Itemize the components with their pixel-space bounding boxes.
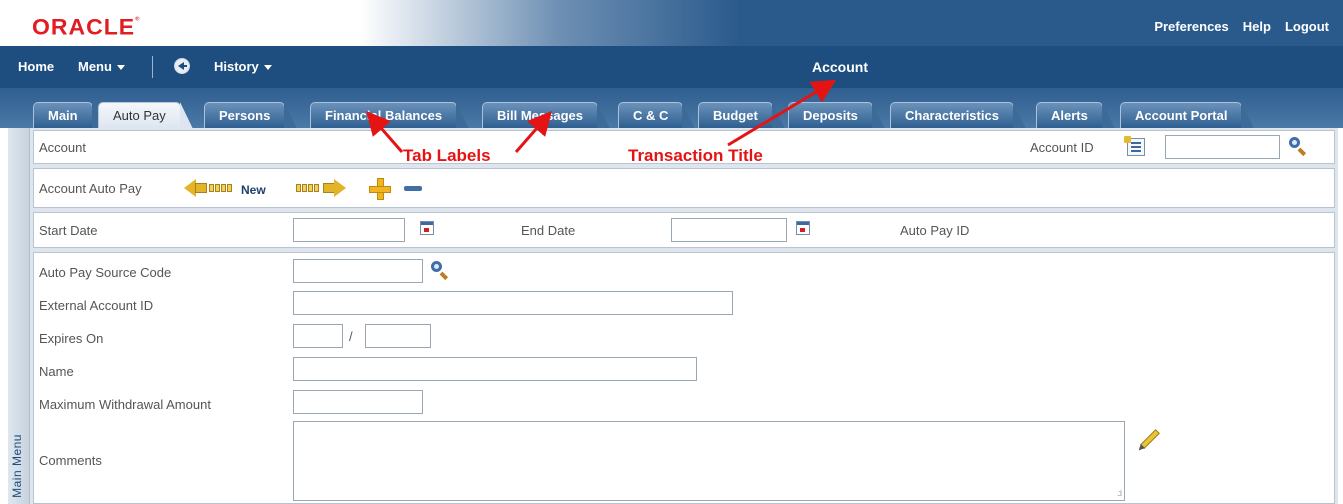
top-header: ORACLE® Preferences Help Logout [0,0,1343,46]
main-menu-toggle[interactable]: Main Menu [8,128,30,504]
chevron-down-icon [116,65,125,71]
tab-deposits[interactable]: Deposits [788,102,885,129]
external-account-label: External Account ID [39,298,154,313]
tab-account-portal[interactable]: Account Portal [1120,102,1255,129]
add-icon[interactable] [369,178,391,200]
home-link[interactable]: Home [18,59,54,74]
external-account-input[interactable] [293,291,733,315]
account-id-label: Account ID [1030,140,1094,155]
auto-pay-form: Auto Pay Source Code External Account ID… [33,252,1335,504]
auto-pay-scroll-bar: Account Auto Pay New [33,168,1335,208]
account-info-icon[interactable] [1124,136,1145,156]
nav-bar: Home Menu History Account [0,46,1343,88]
tab-c-and-c[interactable]: C & C [618,102,696,129]
menu-dropdown[interactable]: Menu [78,59,125,74]
account-label: Account [39,140,86,155]
search-icon[interactable] [1288,136,1308,157]
expires-year-input[interactable] [365,324,431,348]
tab-alerts[interactable]: Alerts [1036,102,1115,129]
tab-main[interactable]: Main [33,102,105,129]
resize-grip-icon[interactable]: .:i [1117,488,1122,498]
tab-financial-balances[interactable]: Financial Balances [310,102,470,129]
chevron-down-icon [263,65,272,71]
preferences-link[interactable]: Preferences [1154,19,1228,34]
content-panel: Account Account ID Account Auto Pay New … [30,128,1338,504]
name-input[interactable] [293,357,697,381]
expires-separator: / [349,329,353,344]
account-id-input[interactable] [1165,135,1280,159]
start-date-input[interactable] [293,218,405,242]
main-menu-label: Main Menu [10,434,24,498]
tab-persons[interactable]: Persons [204,102,298,129]
previous-arrow-icon[interactable] [184,179,234,197]
tab-characteristics[interactable]: Characteristics [890,102,1026,129]
calendar-icon[interactable] [420,221,434,235]
pencil-icon[interactable] [1140,429,1160,449]
calendar-icon[interactable] [796,221,810,235]
start-date-label: Start Date [39,223,98,238]
tab-bill-messages[interactable]: Bill Messages [482,102,610,129]
tab-strip: Main Auto Pay Persons Financial Balances… [0,88,1343,129]
end-date-label: End Date [521,223,576,238]
back-arrow-icon[interactable] [174,58,190,74]
expires-on-label: Expires On [39,331,104,346]
menu-label: Menu [78,59,112,74]
nav-divider [152,56,153,78]
search-icon[interactable] [430,260,450,281]
next-arrow-icon[interactable] [296,179,346,197]
comments-textarea[interactable]: .:i [293,421,1125,501]
tab-auto-pay[interactable]: Auto Pay [98,102,193,129]
comments-label: Comments [39,453,102,468]
new-label: New [241,183,266,197]
logout-link[interactable]: Logout [1285,19,1329,34]
history-label: History [214,59,259,74]
oracle-logo: ORACLE® [32,14,141,40]
dates-bar: Start Date End Date Auto Pay ID [33,212,1335,248]
remove-icon[interactable] [404,186,422,191]
name-label: Name [39,364,74,379]
help-link[interactable]: Help [1243,19,1271,34]
tab-labels-annotation: Tab Labels [403,146,491,165]
auto-pay-id-label: Auto Pay ID [900,223,970,238]
max-withdrawal-input[interactable] [293,390,423,414]
source-code-label: Auto Pay Source Code [39,265,172,280]
max-withdrawal-label: Maximum Withdrawal Amount [39,397,211,412]
top-links: Preferences Help Logout [1154,19,1329,34]
end-date-input[interactable] [671,218,787,242]
expires-month-input[interactable] [293,324,343,348]
account-auto-pay-label: Account Auto Pay [39,181,142,196]
tab-budget[interactable]: Budget [698,102,785,129]
transaction-title: Account [812,59,868,75]
source-code-input[interactable] [293,259,423,283]
history-dropdown[interactable]: History [214,59,272,74]
transaction-title-annotation: Transaction Title [628,146,763,165]
